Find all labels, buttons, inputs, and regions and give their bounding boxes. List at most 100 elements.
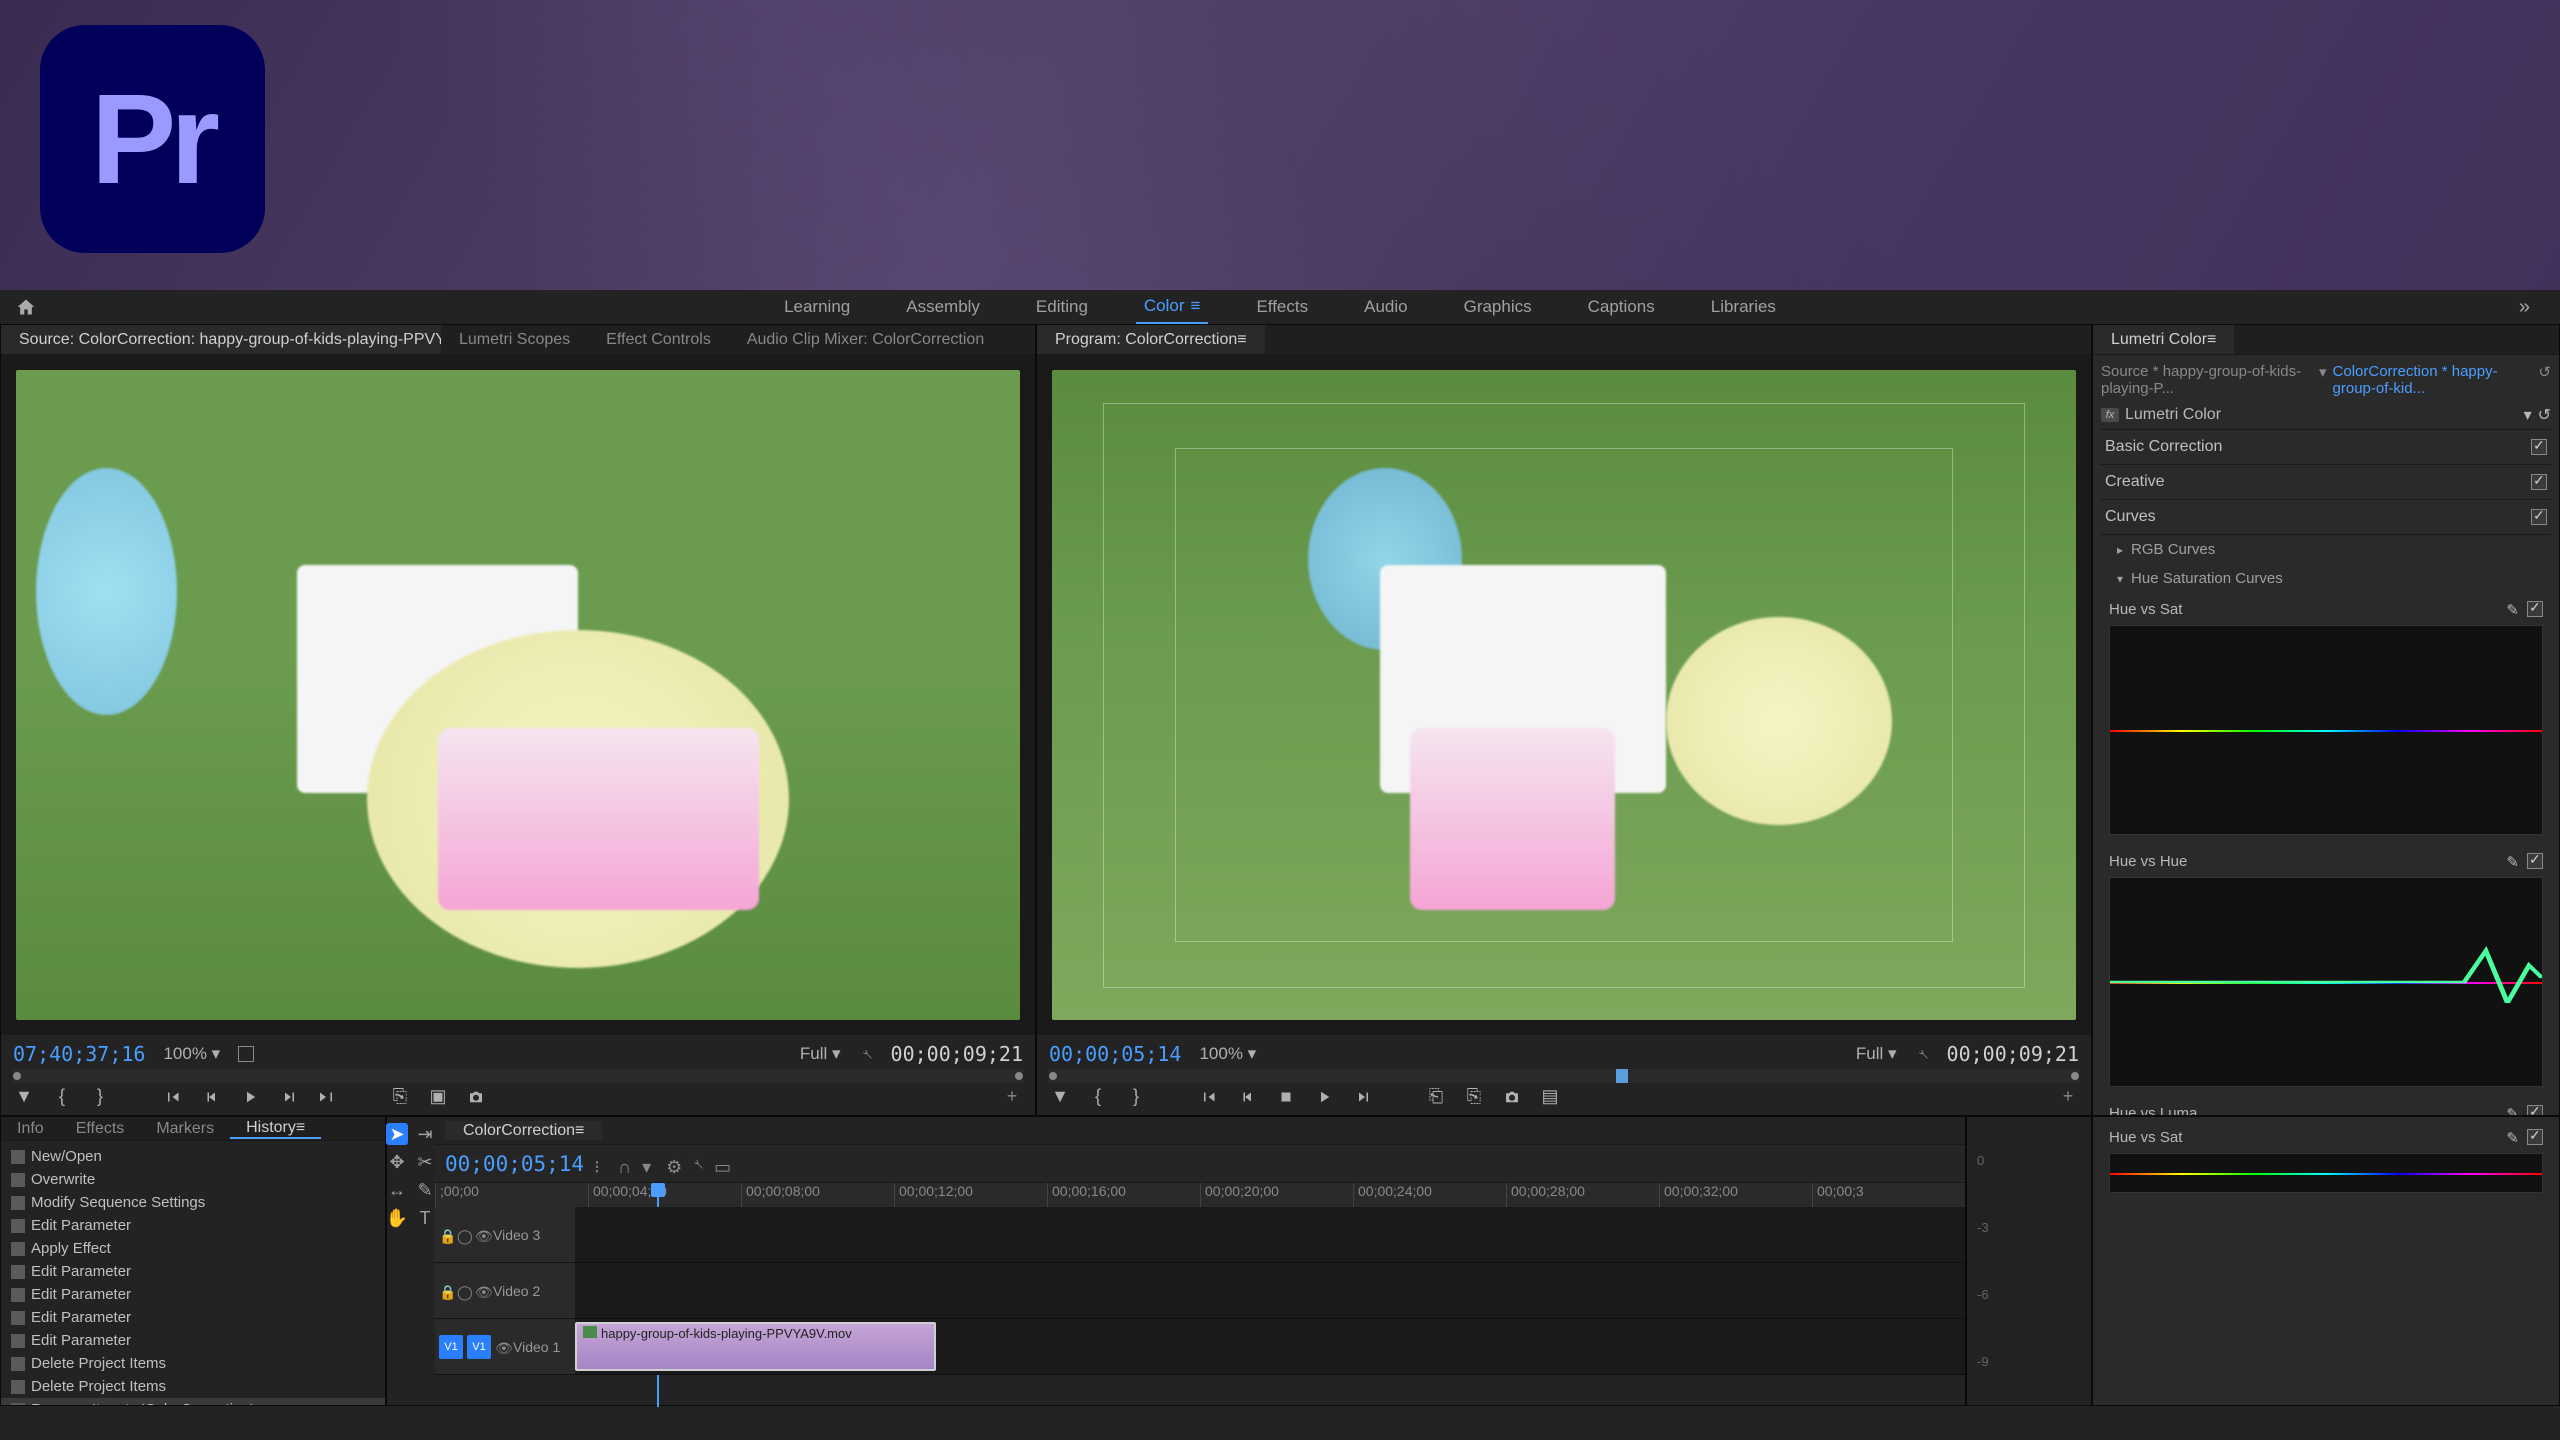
- ws-overflow-icon[interactable]: »: [2519, 296, 2530, 319]
- ws-tab-assembly[interactable]: Assembly: [898, 290, 988, 324]
- step-fwd-icon[interactable]: [1351, 1086, 1373, 1108]
- source-scrubber[interactable]: [13, 1069, 1023, 1082]
- overwrite-icon[interactable]: ▣: [427, 1086, 449, 1108]
- settings-icon[interactable]: ⚙: [666, 1157, 680, 1171]
- snap-icon[interactable]: ⁝: [594, 1157, 608, 1171]
- mark-in-icon[interactable]: ▼: [1049, 1086, 1071, 1108]
- wrench-icon[interactable]: [690, 1157, 704, 1171]
- wrench-icon[interactable]: [859, 1047, 873, 1061]
- source-tc-in[interactable]: 07;40;37;16: [13, 1042, 145, 1066]
- tab-effects[interactable]: Effects: [60, 1120, 141, 1138]
- program-scrubber[interactable]: [1049, 1069, 2079, 1082]
- marker-icon[interactable]: ▾: [642, 1157, 656, 1171]
- enable-checkbox[interactable]: [2527, 1105, 2543, 1115]
- hist-item[interactable]: Delete Project Items: [1, 1352, 385, 1375]
- ws-tab-captions[interactable]: Captions: [1580, 290, 1663, 324]
- eyedropper-icon[interactable]: ✎: [2506, 1129, 2519, 1147]
- compare-icon[interactable]: ▤: [1539, 1086, 1561, 1108]
- program-playhead[interactable]: [1616, 1069, 1628, 1083]
- step-back-icon[interactable]: [1237, 1086, 1259, 1108]
- reset-icon[interactable]: ↺: [2538, 363, 2551, 397]
- source-fit[interactable]: Full ▾: [800, 1044, 841, 1064]
- program-zoom[interactable]: 100% ▾: [1199, 1044, 1256, 1064]
- go-in-icon[interactable]: [1199, 1086, 1221, 1108]
- hist-item[interactable]: Edit Parameter: [1, 1260, 385, 1283]
- source-zoom[interactable]: 100% ▾: [163, 1044, 220, 1064]
- hist-item[interactable]: Edit Parameter: [1, 1329, 385, 1352]
- enable-checkbox[interactable]: [2531, 439, 2547, 455]
- hue-sat-curve[interactable]: [2109, 625, 2543, 835]
- step-fwd-icon[interactable]: [277, 1086, 299, 1108]
- stop-icon[interactable]: [1275, 1086, 1297, 1108]
- ws-tab-audio[interactable]: Audio: [1356, 290, 1415, 324]
- type-tool-icon[interactable]: T: [414, 1207, 436, 1229]
- section-basic-correction[interactable]: Basic Correction: [2101, 430, 2551, 465]
- tab-info[interactable]: Info: [1, 1120, 60, 1138]
- ripple-tool-icon[interactable]: ✥: [386, 1151, 408, 1173]
- v1-source[interactable]: V1: [467, 1335, 491, 1359]
- tab-history[interactable]: History ≡: [230, 1119, 321, 1139]
- timeline-ruler[interactable]: ;00;00 00;00;04;00 00;00;08;00 00;00;12;…: [435, 1183, 1965, 1207]
- link-icon[interactable]: ∩: [618, 1157, 632, 1171]
- program-monitor[interactable]: [1037, 355, 2091, 1035]
- hist-item[interactable]: New/Open: [1, 1145, 385, 1168]
- tab-lumetri-scopes[interactable]: Lumetri Scopes: [441, 325, 588, 354]
- insert-icon[interactable]: ⎘: [389, 1086, 411, 1108]
- hist-item[interactable]: Apply Effect: [1, 1237, 385, 1260]
- play-icon[interactable]: [1313, 1086, 1335, 1108]
- tab-lumetri-color[interactable]: Lumetri Color ≡: [2093, 325, 2234, 354]
- hist-item[interactable]: Rename Item to 'ColorCorrection': [1, 1398, 385, 1405]
- enable-checkbox[interactable]: [2527, 601, 2543, 617]
- lock-icon[interactable]: 🔒: [439, 1228, 453, 1242]
- play-icon[interactable]: [239, 1086, 261, 1108]
- ws-tab-learning[interactable]: Learning: [776, 290, 858, 324]
- reset-icon[interactable]: ↺: [2538, 405, 2551, 425]
- in-brace-icon[interactable]: {: [51, 1086, 73, 1108]
- hue-hue-curve[interactable]: [2109, 877, 2543, 1087]
- tab-markers[interactable]: Markers: [140, 1120, 230, 1138]
- eyedropper-icon[interactable]: ✎: [2506, 853, 2519, 871]
- source-monitor[interactable]: [1, 355, 1035, 1035]
- tab-source[interactable]: Source: ColorCorrection: happy-group-of-…: [1, 325, 441, 354]
- selection-tool-icon[interactable]: ➤: [386, 1123, 408, 1145]
- enable-checkbox[interactable]: [2531, 509, 2547, 525]
- hist-item[interactable]: Modify Sequence Settings: [1, 1191, 385, 1214]
- out-brace-icon[interactable]: }: [1125, 1086, 1147, 1108]
- go-in-icon[interactable]: [163, 1086, 185, 1108]
- video-clip[interactable]: happy-group-of-kids-playing-PPVYA9V.mov: [575, 1322, 936, 1371]
- ws-tab-color[interactable]: Color≡: [1136, 290, 1209, 324]
- program-tc[interactable]: 00;00;05;14: [1049, 1042, 1181, 1066]
- section-hue-sat-curves[interactable]: ▾Hue Saturation Curves: [2101, 564, 2551, 593]
- sequence-tab[interactable]: ColorCorrection ≡: [445, 1121, 602, 1140]
- fx-badge-icon[interactable]: fx: [2101, 408, 2119, 422]
- ws-tab-editing[interactable]: Editing: [1028, 290, 1096, 324]
- in-brace-icon[interactable]: {: [1087, 1086, 1109, 1108]
- section-rgb-curves[interactable]: ▸RGB Curves: [2101, 535, 2551, 564]
- go-out-icon[interactable]: [315, 1086, 337, 1108]
- hist-item[interactable]: Edit Parameter: [1, 1283, 385, 1306]
- tab-audio-mixer[interactable]: Audio Clip Mixer: ColorCorrection: [729, 325, 1002, 354]
- pen-tool-icon[interactable]: ✎: [414, 1179, 436, 1201]
- wrench-icon[interactable]: [1915, 1047, 1929, 1061]
- lift-icon[interactable]: ⎗: [1425, 1086, 1447, 1108]
- hand-tool-icon[interactable]: ✋: [386, 1207, 408, 1229]
- snapshot-icon[interactable]: [465, 1086, 487, 1108]
- tab-program[interactable]: Program: ColorCorrection ≡: [1037, 325, 1265, 354]
- mark-in-icon[interactable]: ▼: [13, 1086, 35, 1108]
- hist-item[interactable]: Edit Parameter: [1, 1214, 385, 1237]
- add-button-icon[interactable]: +: [2057, 1086, 2079, 1108]
- extract-icon[interactable]: ⎘: [1463, 1086, 1485, 1108]
- ws-tab-effects[interactable]: Effects: [1248, 290, 1316, 324]
- eyedropper-icon[interactable]: ✎: [2506, 1105, 2519, 1115]
- home-button[interactable]: [14, 295, 38, 319]
- out-brace-icon[interactable]: }: [89, 1086, 111, 1108]
- ws-tab-graphics[interactable]: Graphics: [1456, 290, 1540, 324]
- hist-item[interactable]: Edit Parameter: [1, 1306, 385, 1329]
- program-fit[interactable]: Full ▾: [1856, 1044, 1897, 1064]
- lock-icon[interactable]: 🔒: [439, 1284, 453, 1298]
- source-resolution-toggle[interactable]: [238, 1046, 254, 1062]
- hist-item[interactable]: Delete Project Items: [1, 1375, 385, 1398]
- step-back-icon[interactable]: [201, 1086, 223, 1108]
- section-creative[interactable]: Creative: [2101, 465, 2551, 500]
- razor-tool-icon[interactable]: ✂: [414, 1151, 436, 1173]
